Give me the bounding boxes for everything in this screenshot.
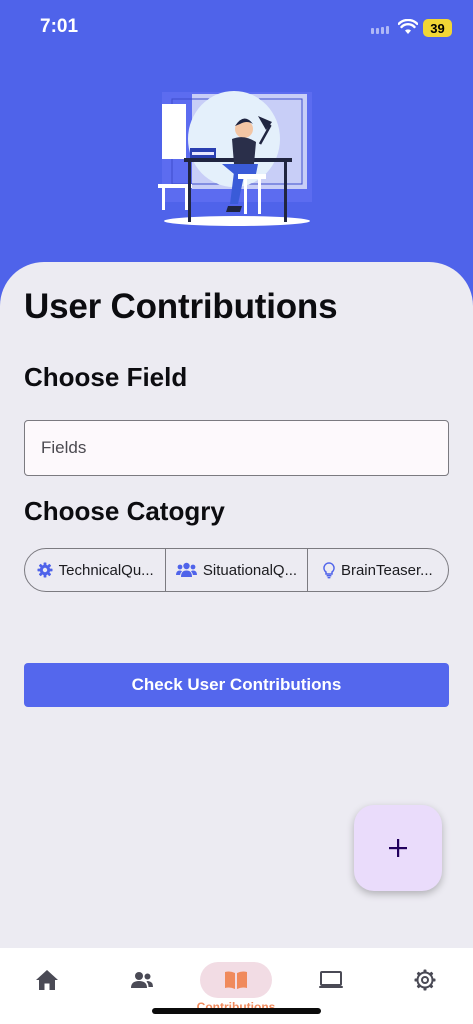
choose-field-label: Choose Field — [24, 362, 188, 392]
nav-settings[interactable] — [389, 962, 461, 998]
home-icon — [36, 970, 58, 990]
users-icon — [175, 562, 197, 577]
status-time: 7:01 — [40, 16, 79, 37]
category-situational[interactable]: SituationalQ... — [165, 549, 306, 591]
wifi-icon — [398, 19, 418, 34]
home-indicator — [152, 1008, 321, 1014]
book-icon — [225, 971, 247, 989]
category-brainteaser-label: BrainTeaser... — [340, 561, 433, 579]
monitor-icon — [319, 971, 343, 988]
settings-icon — [414, 969, 436, 991]
plus-icon — [389, 839, 407, 857]
add-contribution-fab[interactable] — [354, 805, 442, 891]
status-bar: 7:01 39 — [0, 0, 473, 56]
battery-level: 39 — [430, 20, 445, 36]
category-situational-label: SituationalQ... — [202, 561, 298, 579]
users-icon — [131, 972, 153, 988]
gear-icon — [37, 562, 53, 578]
category-technical-label: TechnicalQu... — [58, 561, 154, 579]
page-title: User Contributions — [24, 287, 338, 326]
category-brainteaser[interactable]: BrainTeaser... — [306, 549, 448, 591]
battery-indicator: 39 — [423, 19, 452, 37]
category-technical[interactable]: TechnicalQu... — [25, 549, 165, 591]
desk-illustration — [158, 91, 312, 226]
nav-home[interactable] — [11, 962, 83, 998]
fields-input[interactable] — [24, 420, 449, 476]
signal-icon — [371, 26, 389, 34]
nav-contributions[interactable] — [200, 962, 272, 998]
choose-category-label: Choose Catogry — [24, 496, 225, 526]
category-segmented-control: TechnicalQu... SituationalQ... BrainTeas… — [24, 548, 449, 592]
nav-monitor[interactable] — [295, 962, 367, 998]
lightbulb-icon — [323, 561, 335, 578]
nav-users[interactable] — [106, 962, 178, 998]
check-user-contributions-button[interactable]: Check User Contributions — [24, 663, 449, 707]
